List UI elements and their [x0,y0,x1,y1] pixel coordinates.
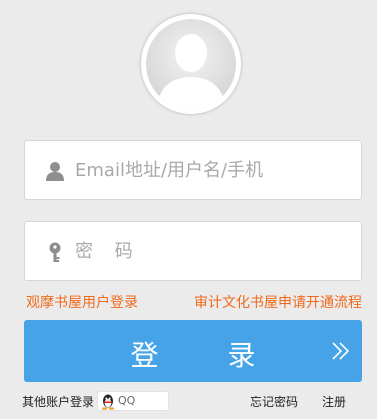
username-input[interactable] [75,141,355,199]
avatar [141,14,241,114]
user-login-link[interactable]: 观摩书屋用户登录 [26,292,138,312]
register-link[interactable]: 注册 [322,393,346,410]
login-button[interactable]: 登 录 [24,320,362,382]
apply-process-link[interactable]: 审计文化书屋申请开通流程 [194,292,362,312]
qq-penguin-icon [100,393,116,410]
username-field[interactable] [24,140,362,200]
qq-login-button[interactable]: QQ [97,391,169,411]
footer: 其他账户登录 QQ 忘记密码 注册 [22,391,362,413]
user-icon [44,160,66,182]
password-field[interactable] [24,221,362,281]
other-accounts-label: 其他账户登录 [22,395,95,409]
default-user-avatar-icon [146,19,236,109]
password-input[interactable] [75,222,355,280]
login-page: 观摩书屋用户登录 审计文化书屋申请开通流程 登 录 其他账户登录 [0,0,377,419]
qq-label: QQ [118,394,136,407]
double-chevron-right-icon [330,340,352,362]
forgot-password-link[interactable]: 忘记密码 [250,393,298,410]
login-links: 观摩书屋用户登录 审计文化书屋申请开通流程 [24,292,362,312]
key-icon [44,241,66,263]
login-button-label: 登 录 [130,339,286,372]
